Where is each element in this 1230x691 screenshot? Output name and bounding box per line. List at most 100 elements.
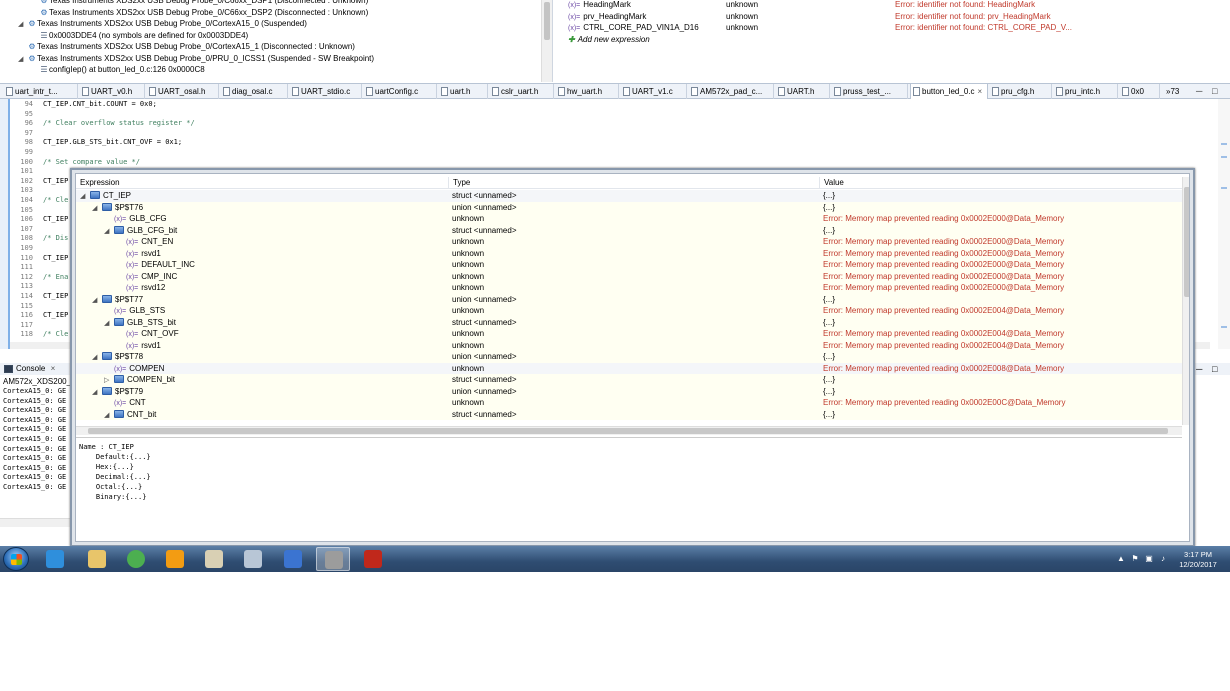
- debug-tree-item[interactable]: ◢ ⚙Texas Instruments XDS2xx USB Debug Pro…: [18, 18, 307, 29]
- taskbar-app-button[interactable]: [158, 547, 192, 571]
- editor-tab[interactable]: cslr_uart.h: [490, 84, 554, 99]
- debug-tree-item[interactable]: ☰0x0003DDE4 (no symbols are defined for …: [30, 30, 248, 41]
- taskbar-app-button[interactable]: [197, 547, 231, 571]
- taskbar-app-button[interactable]: [276, 547, 310, 571]
- add-expression-cell[interactable]: ✚ Add new expression: [568, 34, 650, 45]
- editor-tab[interactable]: UART_v1.c: [621, 84, 687, 99]
- tree-node-name: CT_IEP: [103, 191, 132, 200]
- tab-overflow-button[interactable]: »73: [1166, 84, 1179, 99]
- overview-mark[interactable]: [1221, 187, 1227, 189]
- debug-tree-item[interactable]: ☰configIep() at button_led_0.c:126 0x000…: [30, 64, 204, 75]
- taskbar-app-button[interactable]: [80, 547, 114, 571]
- debug-tree-item[interactable]: ⚙Texas Instruments XDS2xx USB Debug Prob…: [18, 41, 355, 52]
- editor-tab[interactable]: pruss_test_...: [832, 84, 908, 99]
- expression-tree-row[interactable]: (x)= GLB_STS unknown Error: Memory map prev…: [76, 305, 1182, 317]
- expression-tree-row[interactable]: (x)= rsvd1 unknown Error: Memory map preven…: [76, 339, 1182, 351]
- column-header-type[interactable]: Type: [448, 177, 819, 189]
- expression-tree-row[interactable]: ▷ COMPEN_bit struct <unnamed> {...}: [76, 374, 1182, 386]
- close-icon[interactable]: ×: [978, 87, 983, 96]
- editor-tab[interactable]: UART_osal.h: [147, 84, 219, 99]
- column-header-value[interactable]: Value: [819, 177, 1182, 189]
- struct-icon: [90, 191, 100, 199]
- editor-tab[interactable]: UART_v0.h: [80, 84, 145, 99]
- scroll-thumb[interactable]: [1184, 187, 1189, 297]
- close-icon[interactable]: ×: [51, 364, 56, 373]
- scroll-thumb[interactable]: [544, 2, 550, 40]
- editor-tab[interactable]: uartConfig.c: [364, 84, 437, 99]
- code-text: CT_IEP: [43, 311, 69, 320]
- minimize-icon[interactable]: ─: [1196, 364, 1202, 374]
- expression-tree-row[interactable]: (x)= GLB_CFG unknown Error: Memory map prev…: [76, 213, 1182, 225]
- expression-tree-row[interactable]: ◢ $P$T78 union <unnamed> {...}: [76, 351, 1182, 363]
- taskbar-app-button[interactable]: [236, 547, 270, 571]
- column-header-expression[interactable]: Expression: [76, 177, 452, 189]
- editor-tab[interactable]: AM572x_pad_c...: [689, 84, 774, 99]
- expression-tree-row[interactable]: ◢ $P$T76 union <unnamed> {...}: [76, 201, 1182, 213]
- volume-icon[interactable]: ♪: [1158, 554, 1168, 564]
- editor-tab[interactable]: diag_osal.c: [221, 84, 288, 99]
- expression-tree-row[interactable]: (x)= CNT_EN unknown Error: Memory map preve…: [76, 236, 1182, 248]
- debug-tree-item[interactable]: ⚙Texas Instruments XDS2xx USB Debug Prob…: [30, 7, 368, 18]
- editor-tab[interactable]: hw_uart.h: [556, 84, 619, 99]
- tree-node[interactable]: ◢ CNT_bit: [104, 409, 156, 422]
- expression-row[interactable]: (x)= HeadingMark unknown Error: identifier …: [554, 0, 1230, 10]
- editor-tab[interactable]: 0x0: [1120, 84, 1160, 99]
- overview-ruler[interactable]: [1218, 99, 1230, 349]
- tab-console[interactable]: Console ×: [2, 363, 55, 375]
- explorer-icon: [88, 550, 106, 568]
- expression-tree-row[interactable]: (x)= DEFAULT_INC unknown Error: Memory map …: [76, 259, 1182, 271]
- overview-mark[interactable]: [1221, 156, 1227, 158]
- expand-toggle-icon[interactable]: ◢: [104, 410, 114, 422]
- variable-icon: (x)=: [126, 262, 139, 269]
- expression-tree-row[interactable]: ◢ $P$T77 union <unnamed> {...}: [76, 293, 1182, 305]
- show-hidden-icons-icon[interactable]: ▲: [1116, 554, 1126, 564]
- debug-tree-item[interactable]: ◢ ⚙Texas Instruments XDS2xx USB Debug Pro…: [18, 53, 374, 64]
- expression-tree-row[interactable]: ◢ CNT_bit struct <unnamed> {...}: [76, 408, 1182, 422]
- taskbar-app-button[interactable]: [356, 547, 390, 571]
- overview-mark[interactable]: [1221, 326, 1227, 328]
- expression-tree-row[interactable]: (x)= CMP_INC unknown Error: Memory map prev…: [76, 270, 1182, 282]
- debug-vertical-scrollbar[interactable]: [541, 0, 552, 82]
- expression-tree-row[interactable]: ◢ GLB_CFG_bit struct <unnamed> {...}: [76, 224, 1182, 236]
- overview-mark[interactable]: [1221, 143, 1227, 145]
- clock-time[interactable]: 3:17 PM: [1170, 550, 1226, 559]
- expression-tree-row[interactable]: ◢ GLB_STS_bit struct <unnamed> {...}: [76, 316, 1182, 328]
- expression-tree-row[interactable]: (x)= COMPEN unknown Error: Memory map preve…: [76, 362, 1182, 374]
- action-center-icon[interactable]: ⚑: [1130, 554, 1140, 564]
- editor-tab[interactable]: pru_intc.h: [1054, 84, 1118, 99]
- maximize-icon[interactable]: □: [1212, 86, 1221, 96]
- line-number: 111: [20, 263, 33, 272]
- taskbar-app-button[interactable]: [119, 547, 153, 571]
- taskbar-app-button[interactable]: [38, 547, 72, 571]
- start-button[interactable]: [3, 547, 29, 571]
- expression-tree-row[interactable]: (x)= CNT_OVF unknown Error: Memory map prev…: [76, 328, 1182, 340]
- expression-tree-row[interactable]: ◢ CT_IEP struct <unnamed> {...}: [76, 190, 1182, 202]
- expand-toggle-icon[interactable]: ◢: [18, 19, 27, 30]
- add-new-expression[interactable]: ✚ Add new expression: [554, 34, 1230, 45]
- expression-tree-row[interactable]: (x)= rsvd12 unknown Error: Memory map preve…: [76, 282, 1182, 294]
- maximize-icon[interactable]: □: [1212, 364, 1217, 374]
- editor-tab[interactable]: uart.h: [439, 84, 488, 99]
- network-icon[interactable]: ▣: [1144, 554, 1154, 564]
- popup-vertical-scrollbar[interactable]: [1182, 177, 1189, 425]
- editor-tab[interactable]: uart_intr_t...: [4, 84, 78, 99]
- scroll-thumb[interactable]: [88, 428, 1168, 434]
- popup-horizontal-scrollbar[interactable]: [76, 426, 1182, 435]
- editor-tab[interactable]: pru_cfg.h: [990, 84, 1052, 99]
- expand-toggle-icon[interactable]: ◢: [18, 54, 27, 65]
- minimize-icon[interactable]: ─: [1196, 86, 1205, 96]
- editor-tab[interactable]: button_led_0.c ×: [910, 84, 988, 99]
- tree-node-value: {...}: [823, 352, 836, 361]
- expression-row[interactable]: (x)= prv_HeadingMark unknown Error: identif…: [554, 11, 1230, 22]
- expression-tree-row[interactable]: ◢ $P$T79 union <unnamed> {...}: [76, 385, 1182, 397]
- expression-row[interactable]: (x)= CTRL_CORE_PAD_VIN1A_D16 unknown Error:…: [554, 22, 1230, 33]
- expression-tree-row[interactable]: (x)= CNT unknown Error: Memory map prevente…: [76, 397, 1182, 409]
- editor-tab[interactable]: UART_stdio.c: [290, 84, 362, 99]
- console-horizontal-scrollbar[interactable]: [0, 518, 75, 527]
- editor-tab[interactable]: UART.h: [776, 84, 830, 99]
- c-file-icon: [558, 87, 565, 96]
- clock-date[interactable]: 12/20/2017: [1170, 560, 1226, 569]
- taskbar-app-button[interactable]: [316, 547, 350, 571]
- debug-tree-item[interactable]: ⚙Texas Instruments XDS2xx USB Debug Prob…: [30, 0, 368, 6]
- expression-tree-row[interactable]: (x)= rsvd1 unknown Error: Memory map preven…: [76, 247, 1182, 259]
